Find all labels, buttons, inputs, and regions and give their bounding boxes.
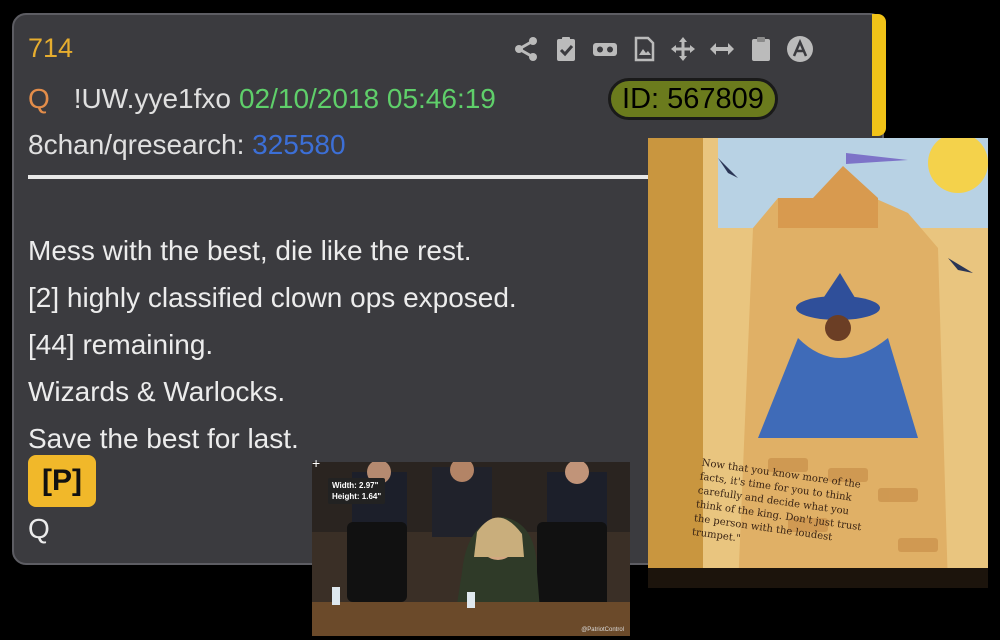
- hearing-video: Width: 2.97" Height: 1.64" @PatriotContr…: [312, 462, 630, 636]
- signature: Q: [28, 513, 50, 544]
- move-icon[interactable]: [668, 34, 698, 64]
- resize-horizontal-icon[interactable]: [707, 34, 737, 64]
- thread-link[interactable]: 325580: [252, 129, 345, 160]
- image-file-icon[interactable]: [629, 34, 659, 64]
- post-message: Mess with the best, die like the rest. […: [28, 227, 517, 462]
- post-accent-bar: [872, 14, 886, 136]
- board-name: 8chan/qresearch:: [28, 129, 245, 160]
- message-line: Save the best for last.: [28, 423, 299, 454]
- tripcode: !UW.yye1fxo: [73, 83, 231, 114]
- clipboard-check-icon[interactable]: [551, 34, 581, 64]
- clipboard-icon[interactable]: [746, 34, 776, 64]
- book-photo: Now that you know more of the facts, it'…: [648, 138, 988, 588]
- id-badge: ID: 567809: [608, 78, 778, 120]
- a-circle-icon[interactable]: [785, 34, 815, 64]
- divider: [28, 175, 658, 179]
- board-line: 8chan/qresearch: 325580: [28, 129, 346, 161]
- post-toolbar: [512, 33, 815, 65]
- post-number[interactable]: 714: [28, 33, 73, 64]
- post-datetime: 02/10/2018 05:46:19: [238, 83, 496, 114]
- measurement-overlay: Width: 2.97" Height: 1.64": [328, 478, 386, 504]
- message-line: Wizards & Warlocks.: [28, 376, 286, 407]
- message-line: [2] highly classified clown ops exposed.: [28, 282, 517, 313]
- crosshair-cursor-icon: +: [312, 455, 321, 471]
- measure-height: Height: 1.64": [332, 492, 382, 501]
- p-button[interactable]: [P]: [28, 455, 96, 507]
- post-meta: Q !UW.yye1fxo 02/10/2018 05:46:19: [28, 83, 496, 115]
- share-icon[interactable]: [512, 34, 542, 64]
- video-watermark: @PatriotControl: [581, 627, 624, 633]
- author-letter: Q: [28, 83, 50, 114]
- measure-width: Width: 2.97": [332, 481, 379, 490]
- message-line: [44] remaining.: [28, 329, 214, 360]
- message-line: Mess with the best, die like the rest.: [28, 235, 472, 266]
- vr-goggles-icon[interactable]: [590, 34, 620, 64]
